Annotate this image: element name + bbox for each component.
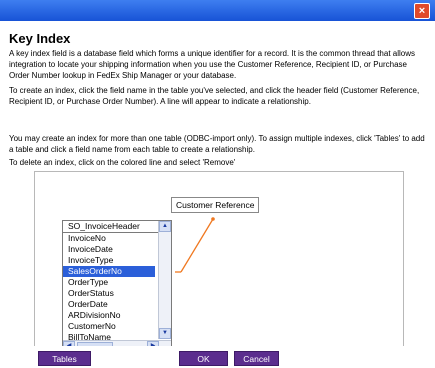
- scroll-up-icon[interactable]: ▲: [159, 221, 171, 232]
- page-title: Key Index: [9, 31, 71, 46]
- dialog-content: Key Index A key index field is a databas…: [0, 21, 435, 367]
- table-name-header: SO_InvoiceHeader: [63, 221, 171, 233]
- list-item-selected[interactable]: SalesOrderNo: [63, 266, 155, 277]
- tables-button[interactable]: Tables: [38, 351, 91, 366]
- cancel-button[interactable]: Cancel: [234, 351, 279, 366]
- relationship-end-dot: [211, 217, 215, 221]
- list-item[interactable]: OrderStatus: [63, 288, 155, 299]
- dialog-footer: Tables OK Cancel: [0, 346, 435, 368]
- vertical-scrollbar[interactable]: ▲ ▼: [158, 221, 171, 339]
- field-list: InvoiceNo InvoiceDate InvoiceType SalesO…: [63, 233, 155, 343]
- list-item[interactable]: InvoiceNo: [63, 233, 155, 244]
- list-item[interactable]: OrderDate: [63, 299, 155, 310]
- delete-index-paragraph: To delete an index, click on the colored…: [9, 158, 236, 167]
- multiple-index-paragraph: You may create an index for more than on…: [9, 134, 425, 154]
- list-item[interactable]: ARDivisionNo: [63, 310, 155, 321]
- field-listbox[interactable]: SO_InvoiceHeader InvoiceNo InvoiceDate I…: [62, 220, 172, 354]
- close-button[interactable]: ×: [414, 3, 430, 19]
- list-item[interactable]: OrderType: [63, 277, 155, 288]
- relationship-line: [180, 218, 214, 273]
- intro-paragraph: A key index field is a database field wh…: [9, 49, 415, 80]
- index-mapping-panel: Customer Reference SO_InvoiceHeader Invo…: [34, 171, 404, 367]
- ok-button[interactable]: OK: [179, 351, 228, 366]
- scroll-down-icon[interactable]: ▼: [159, 328, 171, 339]
- list-item[interactable]: InvoiceDate: [63, 244, 155, 255]
- window-titlebar: ×: [0, 0, 435, 21]
- list-item[interactable]: InvoiceType: [63, 255, 155, 266]
- create-index-paragraph: To create an index, click the field name…: [9, 86, 420, 106]
- list-item[interactable]: CustomerNo: [63, 321, 155, 332]
